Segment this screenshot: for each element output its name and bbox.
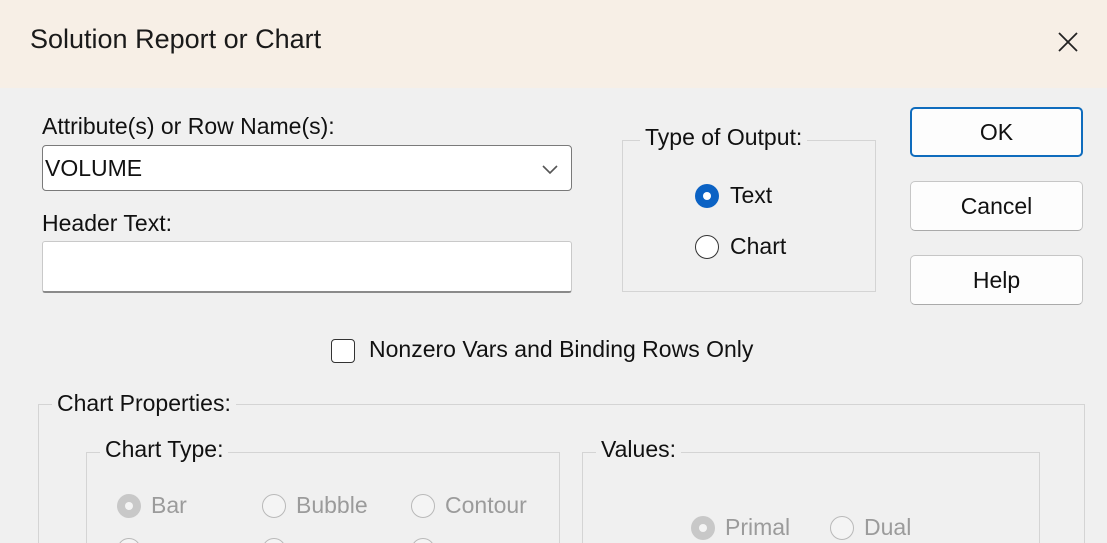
attributes-combobox[interactable]: VOLUME: [42, 145, 572, 191]
type-of-output-group: [622, 140, 876, 292]
close-icon: [1058, 32, 1078, 52]
attributes-label: Attribute(s) or Row Name(s):: [42, 113, 335, 139]
ok-button[interactable]: OK: [910, 107, 1083, 157]
values-dual-label: Dual: [864, 514, 912, 540]
output-text-label[interactable]: Text: [730, 182, 772, 209]
chevron-down-icon[interactable]: [539, 158, 561, 180]
chart-type-bar-radio[interactable]: [117, 494, 141, 518]
help-button[interactable]: Help: [910, 255, 1083, 305]
output-chart-label[interactable]: Chart: [730, 233, 786, 260]
type-of-output-label: Type of Output:: [640, 124, 808, 151]
values-label: Values:: [596, 436, 682, 463]
header-text-label: Header Text:: [42, 210, 172, 236]
cancel-button[interactable]: Cancel: [910, 181, 1083, 231]
chart-type-bubble-radio[interactable]: [262, 494, 286, 518]
title-bar: Solution Report or Chart: [0, 0, 1107, 88]
output-chart-radio[interactable]: [695, 235, 719, 259]
chart-properties-label: Chart Properties:: [52, 390, 236, 417]
chart-type-contour-radio[interactable]: [411, 494, 435, 518]
nonzero-vars-label[interactable]: Nonzero Vars and Binding Rows Only: [369, 336, 753, 363]
output-text-radio[interactable]: [695, 184, 719, 208]
chart-type-bar-label: Bar: [151, 492, 187, 518]
nonzero-vars-checkbox[interactable]: [331, 339, 355, 363]
values-primal-label: Primal: [725, 514, 791, 540]
values-dual-radio[interactable]: [830, 516, 854, 540]
values-group: [582, 452, 1040, 543]
chart-type-label: Chart Type:: [100, 436, 229, 463]
header-text-input[interactable]: [42, 241, 572, 293]
chart-type-contour-label: Contour: [445, 492, 527, 518]
chart-type-bubble-label: Bubble: [296, 492, 368, 518]
values-primal-radio[interactable]: [691, 516, 715, 540]
close-button[interactable]: [1044, 18, 1092, 66]
attributes-value: VOLUME: [45, 155, 143, 181]
window-title: Solution Report or Chart: [30, 24, 322, 54]
